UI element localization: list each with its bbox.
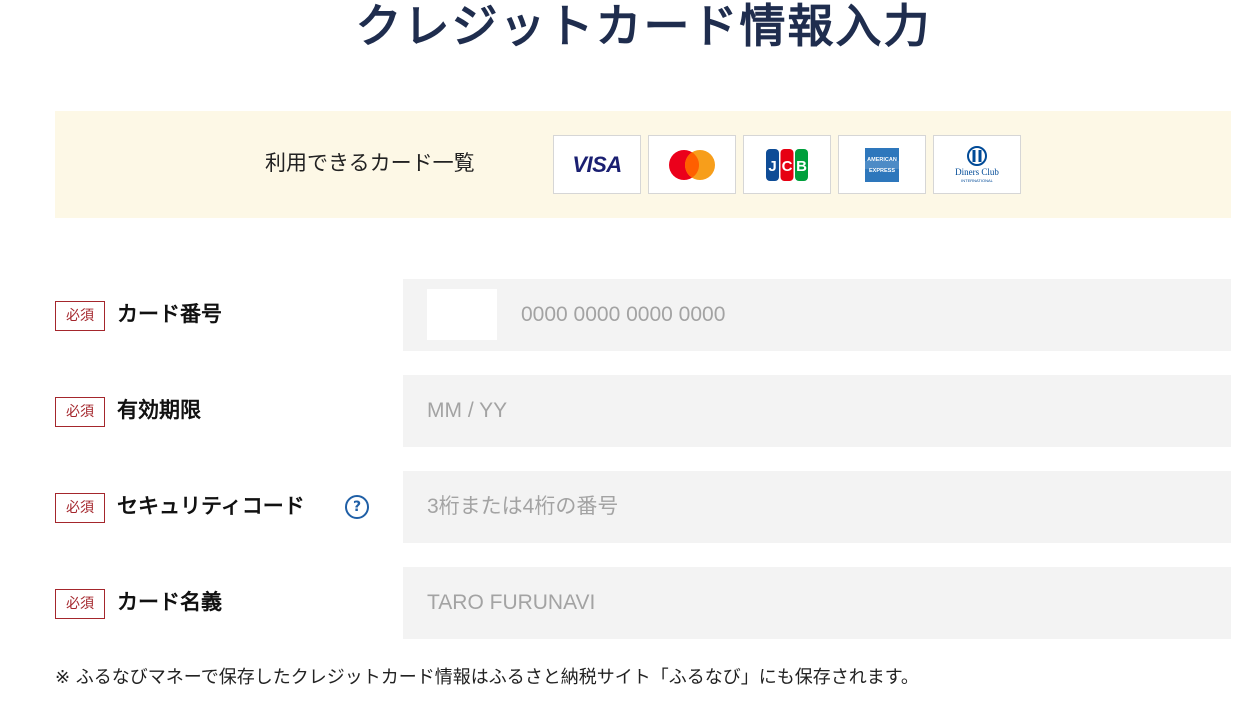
page-title: クレジットカード情報入力	[355, 0, 932, 53]
svg-text:Diners Club: Diners Club	[955, 167, 999, 177]
svg-text:J: J	[768, 158, 776, 175]
card-holder-label: カード名義	[117, 590, 222, 614]
amex-logo-icon: AMERICAN EXPRESS	[838, 135, 926, 194]
storage-note: ※ ふるなびマネーで保存したクレジットカード情報はふるさと納税サイト「ふるなび」…	[55, 667, 919, 688]
jcb-logo-icon: J C B	[743, 135, 831, 194]
expiry-input[interactable]	[403, 375, 1231, 447]
security-code-input[interactable]	[403, 471, 1231, 543]
card-entry-page: クレジットカード情報入力 利用できるカード一覧 VISA J C B AMERI…	[0, 0, 1247, 723]
required-badge: 必須	[55, 301, 105, 331]
required-badge: 必須	[55, 493, 105, 523]
visa-logo-text: VISA	[572, 151, 622, 177]
svg-text:AMERICAN: AMERICAN	[867, 157, 897, 163]
svg-text:B: B	[796, 158, 807, 175]
amex-mark: AMERICAN EXPRESS	[865, 147, 899, 182]
required-badge: 必須	[55, 589, 105, 619]
mastercard-circles	[669, 149, 715, 180]
card-brand-icon	[427, 289, 497, 340]
card-holder-row: 必須 カード名義	[55, 567, 1231, 639]
card-number-input[interactable]	[403, 279, 1231, 351]
security-code-label: セキュリティコード	[117, 494, 305, 518]
card-number-row: 必須 カード番号	[55, 279, 1231, 351]
svg-text:INTERNATIONAL: INTERNATIONAL	[961, 178, 993, 183]
security-code-row: 必須 セキュリティコード ?	[55, 471, 1231, 543]
mastercard-logo-icon	[648, 135, 736, 194]
diners-club-logo-icon: Diners Club INTERNATIONAL	[933, 135, 1021, 194]
visa-logo-icon: VISA	[553, 135, 641, 194]
accepted-cards-label: 利用できるカード一覧	[265, 151, 475, 175]
jcb-mark: J C B	[766, 148, 808, 181]
expiry-label: 有効期限	[117, 398, 201, 422]
diners-club-mark: Diners Club INTERNATIONAL	[955, 145, 999, 183]
accepted-cards-panel: 利用できるカード一覧 VISA J C B AMERICAN EXPRESS D…	[55, 111, 1231, 218]
question-circle-icon[interactable]: ?	[345, 495, 369, 519]
svg-text:EXPRESS: EXPRESS	[869, 168, 895, 174]
required-badge: 必須	[55, 397, 105, 427]
expiry-row: 必須 有効期限	[55, 375, 1231, 447]
card-number-label: カード番号	[117, 302, 222, 326]
svg-text:C: C	[782, 158, 793, 175]
card-holder-input[interactable]	[403, 567, 1231, 639]
